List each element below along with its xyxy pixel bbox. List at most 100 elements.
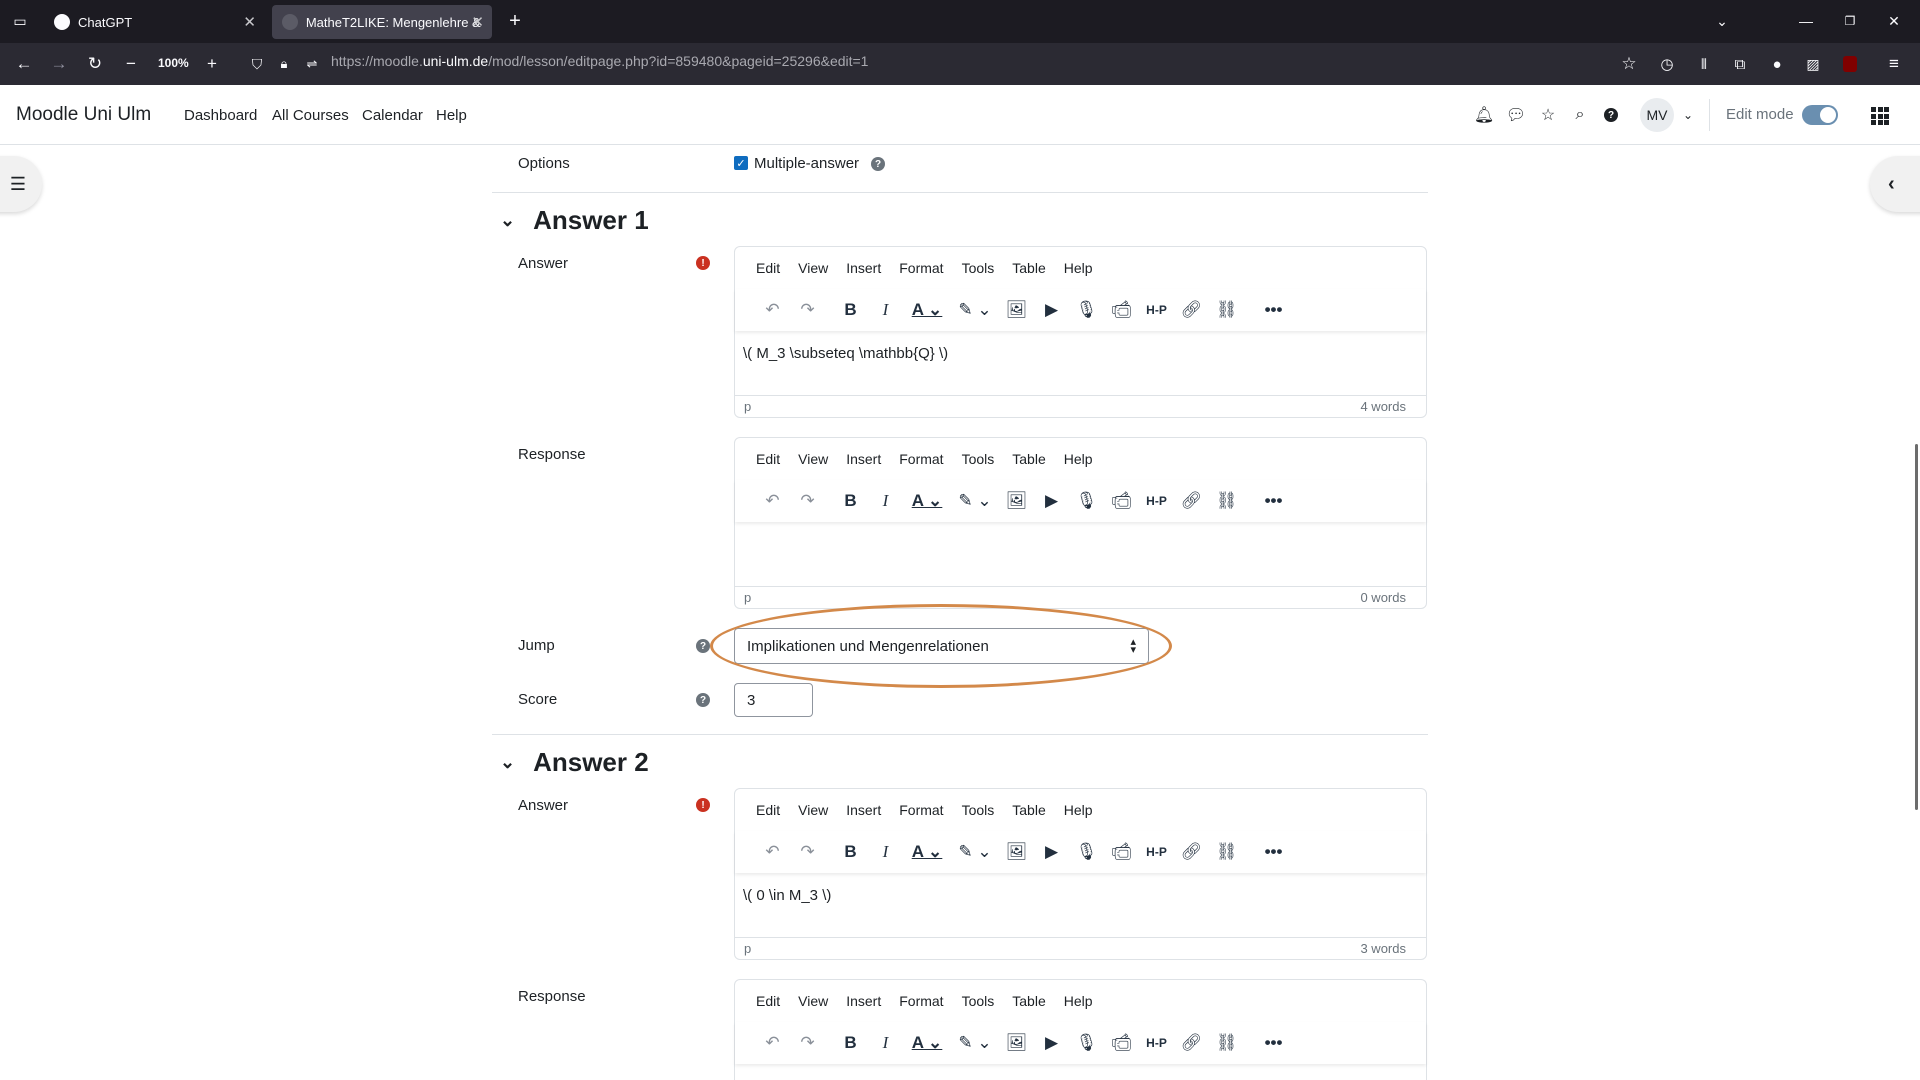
answer1-editor[interactable]: Edit View Insert Format Tools Table Help… — [734, 246, 1427, 418]
response2-editor[interactable]: Edit View Insert Format Tools Table Help… — [734, 979, 1427, 1080]
answer2-content[interactable]: \( 0 \in M_3 \) — [735, 873, 1426, 918]
answer1-content[interactable]: \( M_3 \subseteq \mathbb{Q} \) — [735, 331, 1426, 376]
more-icon[interactable]: ••• — [1256, 487, 1291, 515]
library-icon[interactable]: ⫴ — [1692, 52, 1716, 76]
list-all-tabs-icon[interactable]: ⌄ — [1710, 9, 1734, 33]
user-menu-chevron-down-icon[interactable]: ⌄ — [1678, 105, 1698, 125]
help-icon[interactable]: ? — [696, 639, 710, 653]
notifications-bell-icon[interactable]: 🔔︎ — [1474, 105, 1494, 125]
tab-list-icon[interactable]: ▭ — [8, 9, 32, 33]
menu-help[interactable]: Help — [1064, 993, 1093, 1009]
menu-view[interactable]: View — [798, 802, 828, 818]
app-grid-icon[interactable] — [1871, 107, 1889, 125]
undo-icon[interactable]: ↶ — [755, 838, 790, 866]
tab-moodle[interactable]: MatheT2LIKE: Mengenlehre & A ✕ — [272, 5, 492, 39]
menu-edit[interactable]: Edit — [756, 260, 780, 276]
menu-format[interactable]: Format — [899, 993, 943, 1009]
menu-tools[interactable]: Tools — [962, 993, 995, 1009]
h5p-icon[interactable]: H-P — [1139, 487, 1174, 515]
ublock-icon[interactable] — [1838, 52, 1862, 76]
menu-format[interactable]: Format — [899, 260, 943, 276]
zoom-out-icon[interactable]: − — [119, 52, 143, 76]
link-icon[interactable]: 🔗︎ — [1174, 838, 1209, 866]
menu-format[interactable]: Format — [899, 802, 943, 818]
response1-editor[interactable]: Edit View Insert Format Tools Table Help… — [734, 437, 1427, 609]
permissions-icon[interactable]: ⇌ — [300, 52, 324, 76]
menu-help[interactable]: Help — [1064, 451, 1093, 467]
unlink-icon[interactable]: ⛓︎ — [1209, 838, 1244, 866]
italic-icon[interactable]: I — [868, 838, 903, 866]
text-color-icon[interactable]: A ⌄ — [903, 296, 951, 324]
more-icon[interactable]: ••• — [1256, 838, 1291, 866]
search-icon[interactable]: ⌕ — [1570, 105, 1590, 125]
redo-icon[interactable]: ↷ — [790, 838, 825, 866]
menu-view[interactable]: View — [798, 260, 828, 276]
bold-icon[interactable]: B — [833, 296, 868, 324]
unlink-icon[interactable]: ⛓︎ — [1209, 296, 1244, 324]
link-icon[interactable]: 🔗︎ — [1174, 487, 1209, 515]
unlink-icon[interactable]: ⛓︎ — [1209, 1029, 1244, 1057]
menu-edit[interactable]: Edit — [756, 993, 780, 1009]
menu-view[interactable]: View — [798, 451, 828, 467]
microphone-icon[interactable]: 🎙︎ — [1069, 1029, 1104, 1057]
redo-icon[interactable]: ↷ — [790, 487, 825, 515]
new-tab-icon[interactable]: + — [503, 9, 527, 33]
link-icon[interactable]: 🔗︎ — [1174, 1029, 1209, 1057]
menu-edit[interactable]: Edit — [756, 451, 780, 467]
image-icon[interactable]: 🖼︎ — [999, 838, 1034, 866]
multiple-answer-checkbox[interactable]: ✓ — [734, 156, 748, 170]
undo-icon[interactable]: ↶ — [755, 1029, 790, 1057]
nav-calendar[interactable]: Calendar — [362, 107, 423, 124]
block-drawer-button[interactable]: ‹ — [1870, 156, 1920, 212]
menu-table[interactable]: Table — [1012, 993, 1045, 1009]
bookmark-star-icon[interactable]: ☆ — [1617, 52, 1641, 76]
menu-format[interactable]: Format — [899, 451, 943, 467]
image-icon[interactable]: 🖼︎ — [999, 296, 1034, 324]
extensions-icon[interactable]: ⧉ — [1728, 52, 1752, 76]
help-icon[interactable]: ? — [871, 157, 885, 171]
element-path[interactable]: p — [744, 399, 751, 414]
bold-icon[interactable]: B — [833, 838, 868, 866]
h5p-icon[interactable]: H-P — [1139, 296, 1174, 324]
undo-icon[interactable]: ↶ — [755, 487, 790, 515]
more-icon[interactable]: ••• — [1256, 1029, 1291, 1057]
back-icon[interactable]: ← — [12, 52, 36, 76]
highlight-color-icon[interactable]: ✎ ⌄ — [951, 1029, 999, 1057]
course-index-drawer-button[interactable]: ☰ — [0, 156, 42, 212]
image-icon[interactable]: 🖼︎ — [999, 1029, 1034, 1057]
media-icon[interactable]: ▶ — [1034, 296, 1069, 324]
messages-icon[interactable]: 💬︎ — [1506, 105, 1526, 125]
reload-icon[interactable]: ↻ — [83, 52, 107, 76]
h5p-icon[interactable]: H-P — [1139, 838, 1174, 866]
address-bar[interactable]: https://moodle.uni-ulm.de/mod/lesson/edi… — [331, 53, 868, 69]
menu-help[interactable]: Help — [1064, 802, 1093, 818]
menu-table[interactable]: Table — [1012, 802, 1045, 818]
sync-icon[interactable]: ● — [1765, 52, 1789, 76]
video-camera-icon[interactable]: 📹︎ — [1104, 1029, 1139, 1057]
bold-icon[interactable]: B — [833, 487, 868, 515]
microphone-icon[interactable]: 🎙︎ — [1069, 838, 1104, 866]
media-icon[interactable]: ▶ — [1034, 838, 1069, 866]
menu-edit[interactable]: Edit — [756, 802, 780, 818]
page-scrollbar[interactable] — [1915, 444, 1918, 810]
menu-view[interactable]: View — [798, 993, 828, 1009]
menu-insert[interactable]: Insert — [846, 451, 881, 467]
video-camera-icon[interactable]: 📹︎ — [1104, 487, 1139, 515]
text-color-icon[interactable]: A ⌄ — [903, 1029, 951, 1057]
nav-all-courses[interactable]: All Courses — [272, 107, 349, 124]
shield-icon[interactable]: ⛉ — [245, 52, 269, 76]
menu-help[interactable]: Help — [1064, 260, 1093, 276]
redo-icon[interactable]: ↷ — [790, 296, 825, 324]
element-path[interactable]: p — [744, 941, 751, 956]
starred-icon[interactable]: ☆ — [1538, 105, 1558, 125]
link-icon[interactable]: 🔗︎ — [1174, 296, 1209, 324]
highlight-color-icon[interactable]: ✎ ⌄ — [951, 296, 999, 324]
undo-icon[interactable]: ↶ — [755, 296, 790, 324]
nav-help[interactable]: Help — [436, 107, 467, 124]
zoom-in-icon[interactable]: + — [200, 52, 224, 76]
minimize-icon[interactable]: — — [1794, 9, 1818, 33]
history-icon[interactable]: ◷ — [1655, 52, 1679, 76]
response1-content[interactable] — [735, 522, 1426, 550]
help-circle-icon[interactable]: ? — [1601, 105, 1621, 125]
italic-icon[interactable]: I — [868, 1029, 903, 1057]
